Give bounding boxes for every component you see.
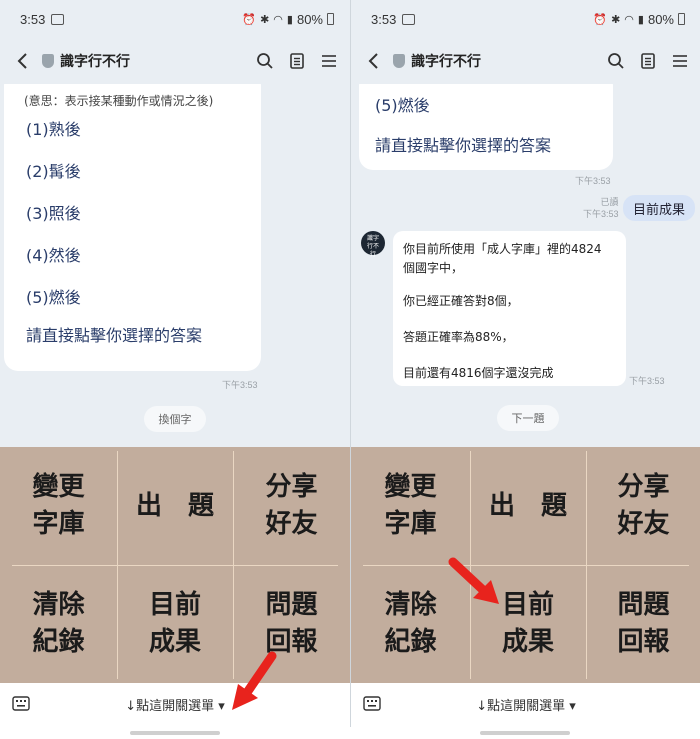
status-bar: 3:53 ⏰ ✱ ◠ ▮ 80%	[351, 0, 700, 38]
result-line-1: 你目前所使用「成人字庫」裡的4824	[403, 242, 602, 256]
result-line-4: 答題正確率為88%，	[403, 330, 514, 344]
menu-ask-question[interactable]: 出 題	[470, 447, 586, 565]
gallery-icon	[402, 13, 416, 25]
pointer-arrow	[232, 651, 277, 710]
status-time: 3:53	[371, 11, 397, 27]
read-receipt: 已讀 下午3:53	[583, 197, 619, 219]
search-icon	[608, 53, 624, 69]
prompt-text: 請直接點擊你選擇的答案	[26, 326, 203, 345]
menu-icon	[322, 55, 336, 67]
menu-clear-records[interactable]: 清除 紀錄	[0, 565, 117, 683]
menu-toggle[interactable]: ↓點這開關選單 ▾	[0, 695, 350, 714]
alarm-icon: ⏰	[242, 13, 257, 26]
rich-menu: 變更 字庫 出 題 分享 好友 清除 紀錄 目前 成果 問題 回報	[0, 447, 350, 683]
back-button[interactable]	[363, 50, 385, 72]
menu-report-problem[interactable]: 問題 回報	[586, 565, 700, 683]
bluetooth-icon: ✱	[260, 13, 270, 26]
back-button[interactable]	[12, 50, 34, 72]
search-button[interactable]	[607, 52, 625, 70]
bottom-bar: ↓點這開關選單 ▾	[0, 683, 350, 727]
option-5[interactable]: (5)燃後	[26, 284, 81, 308]
notes-button[interactable]	[639, 52, 657, 70]
menu-share-friends[interactable]: 分享 好友	[233, 447, 350, 565]
message-time: 下午3:53	[575, 176, 611, 186]
battery-level: 80%	[296, 11, 323, 27]
menu-icon	[673, 55, 687, 67]
option-1[interactable]: (1)熟後	[26, 116, 81, 140]
option-4[interactable]: (4)然後	[26, 242, 81, 266]
question-bubble: (意思：表示接某種動作或情況之後) (1)熟後 (2)髯後 (3)照後 (4)然…	[4, 84, 261, 371]
bottom-bar: ↓點這開關選單 ▾	[351, 683, 700, 727]
status-time: 3:53	[20, 11, 46, 27]
back-icon	[17, 53, 27, 69]
battery-icon	[678, 13, 685, 25]
meaning-text: (意思：表示接某種動作或情況之後)	[24, 94, 214, 108]
wifi-icon: ◠	[624, 13, 634, 26]
message-time: 下午3:53	[222, 380, 258, 390]
menu-button[interactable]	[320, 52, 338, 70]
signal-icon: ▮	[286, 13, 293, 26]
question-bubble: (5)燃後 請直接點擊你選擇的答案	[359, 84, 613, 170]
status-bar: 3:53 ⏰ ✱ ◠ ▮ 80%	[0, 0, 350, 38]
result-bubble: 你目前所使用「成人字庫」裡的4824 個國字中， 你已經正確答對8個， 答題正確…	[393, 231, 626, 386]
chat-header: 識字行不行	[351, 38, 700, 84]
bluetooth-icon: ✱	[611, 13, 621, 26]
pointer-arrow	[448, 557, 499, 604]
menu-current-results[interactable]: 目前 成果	[117, 565, 233, 683]
rich-menu: 變更 字庫 出 題 分享 好友 清除 紀錄 目前 成果 問題 回報	[351, 447, 700, 683]
back-icon	[368, 53, 378, 69]
shield-icon	[393, 54, 405, 68]
menu-change-library[interactable]: 變更 字庫	[0, 447, 117, 565]
quick-reply-change-word[interactable]: 換個字	[144, 406, 206, 432]
chat-area: (意思：表示接某種動作或情況之後) (1)熟後 (2)髯後 (3)照後 (4)然…	[0, 84, 350, 447]
option-3[interactable]: (3)照後	[26, 200, 81, 224]
chat-title: 識字行不行	[60, 54, 130, 70]
prompt-text: 請直接點擊你選擇的答案	[375, 136, 552, 155]
option-2[interactable]: (2)髯後	[26, 158, 81, 182]
alarm-icon: ⏰	[593, 13, 608, 26]
bot-avatar: 識字行不行	[361, 231, 385, 258]
result-line-3: 你已經正確答對8個，	[403, 294, 519, 308]
notes-icon	[641, 53, 655, 69]
home-indicator	[480, 731, 570, 735]
wifi-icon: ◠	[273, 13, 283, 26]
screen-divider	[350, 0, 351, 739]
home-indicator	[130, 731, 220, 735]
shield-icon	[42, 54, 54, 68]
signal-icon: ▮	[637, 13, 644, 26]
search-button[interactable]	[256, 52, 274, 70]
menu-button[interactable]	[671, 52, 689, 70]
chat-title: 識字行不行	[411, 54, 481, 70]
battery-level: 80%	[647, 11, 674, 27]
left-screen: 3:53 ⏰ ✱ ◠ ▮ 80% 識字行不行 (意思：表示接某種動作或情況之後)…	[0, 0, 350, 727]
search-icon	[257, 53, 273, 69]
chat-area: (5)燃後 請直接點擊你選擇的答案 下午3:53 已讀 下午3:53 目前成果 …	[351, 84, 700, 447]
right-screen: 3:53 ⏰ ✱ ◠ ▮ 80% 識字行不行 (5)燃後 請直接點擊你選擇的答案…	[351, 0, 700, 727]
notes-icon	[290, 53, 304, 69]
menu-share-friends[interactable]: 分享 好友	[586, 447, 700, 565]
result-line-2: 個國字中，	[403, 261, 464, 275]
quick-reply-next[interactable]: 下一題	[497, 405, 559, 431]
chat-header: 識字行不行	[0, 38, 350, 84]
user-message: 目前成果	[623, 195, 696, 221]
battery-icon	[327, 13, 334, 25]
notes-button[interactable]	[288, 52, 306, 70]
menu-toggle[interactable]: ↓點這開關選單 ▾	[351, 695, 700, 714]
bottom-strip	[0, 727, 700, 739]
message-time: 下午3:53	[629, 376, 665, 386]
result-line-5: 目前還有4816個字還沒完成	[403, 366, 554, 380]
gallery-icon	[51, 13, 65, 25]
menu-ask-question[interactable]: 出 題	[117, 447, 233, 565]
menu-change-library[interactable]: 變更 字庫	[351, 447, 470, 565]
option-5[interactable]: (5)燃後	[375, 92, 430, 116]
